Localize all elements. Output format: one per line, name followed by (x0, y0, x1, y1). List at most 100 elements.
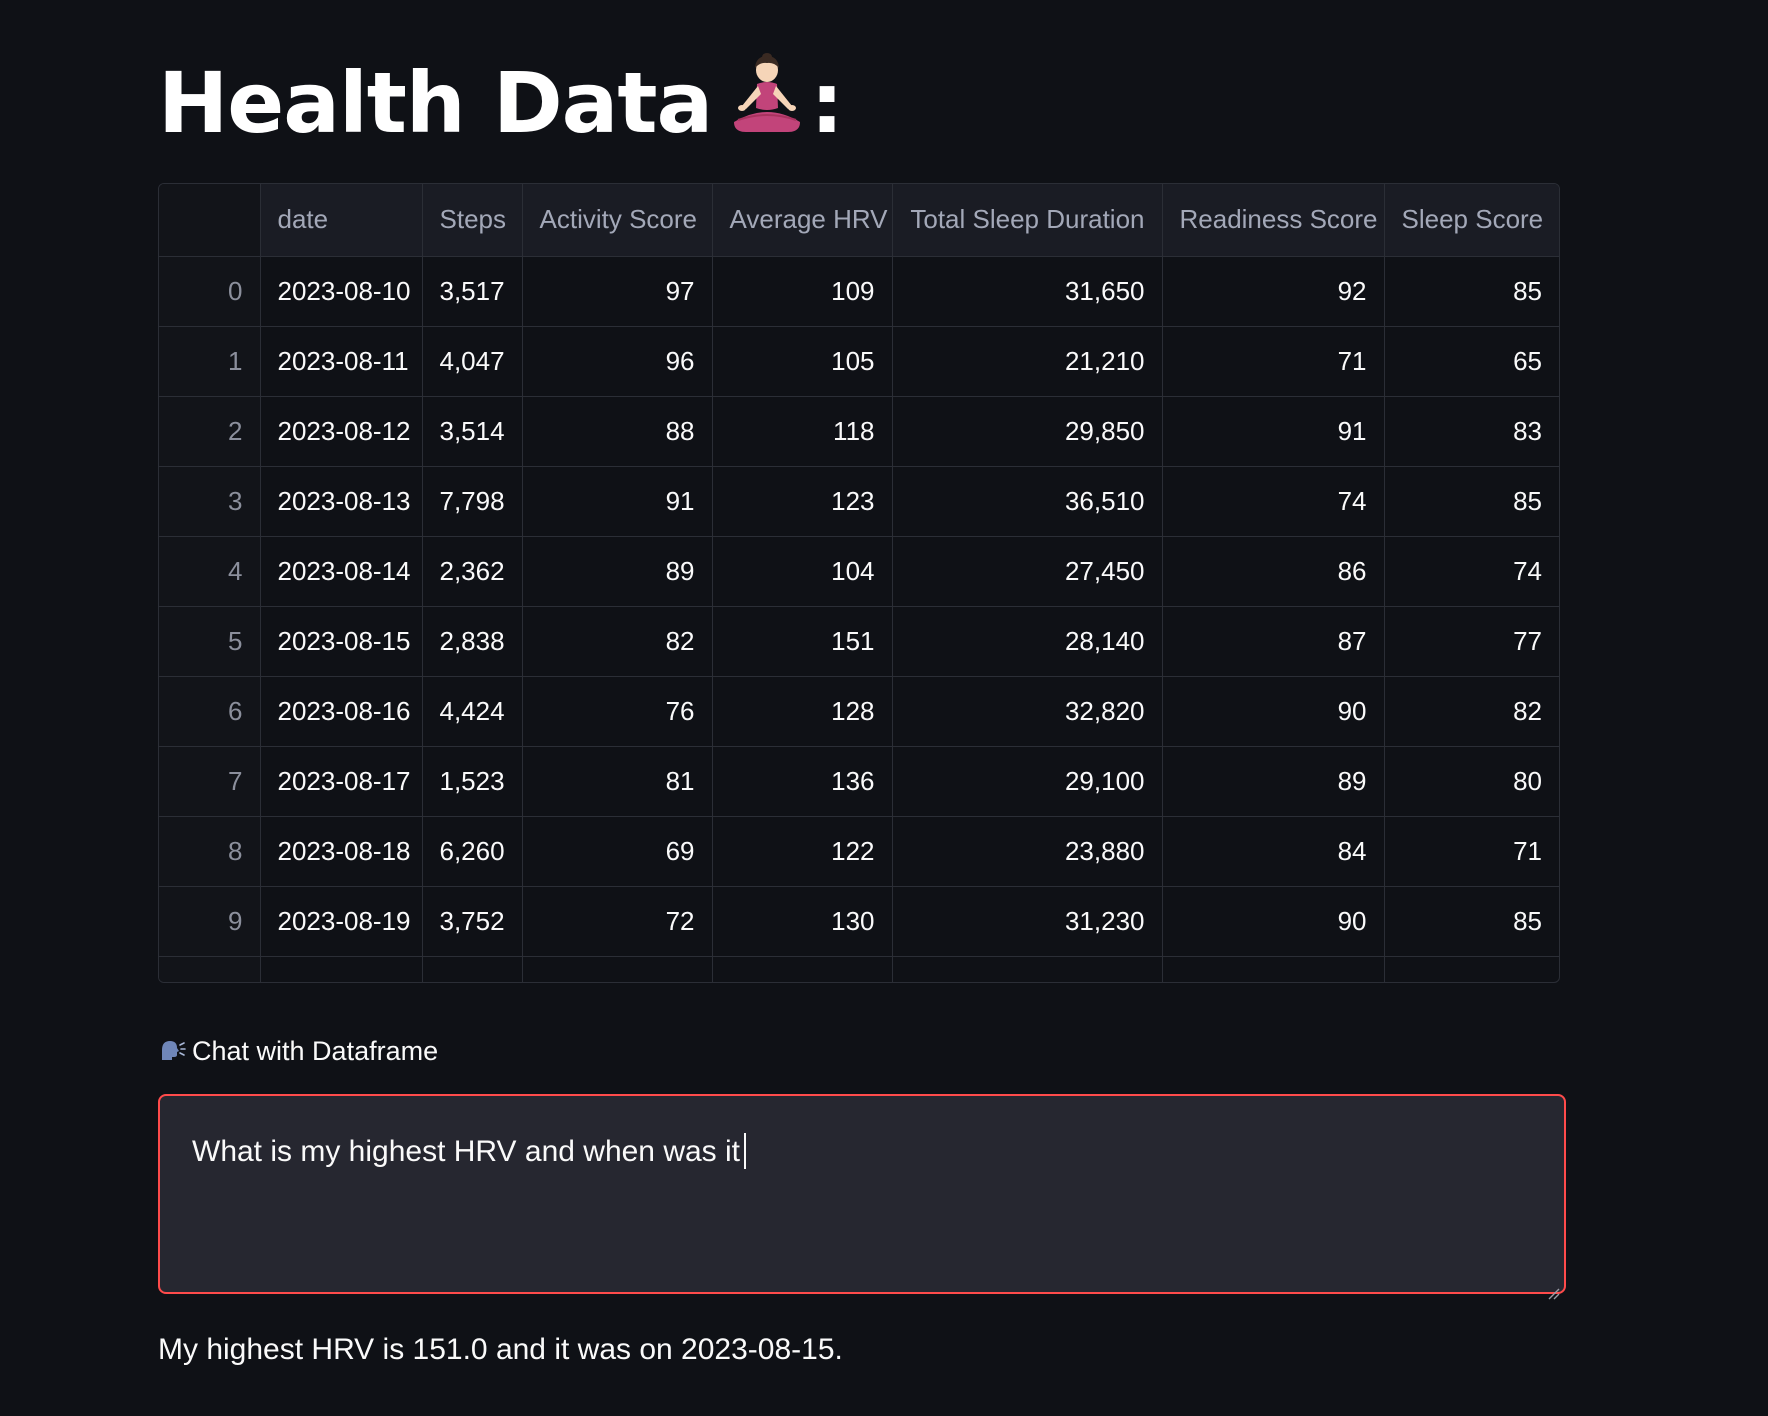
row-index-cell[interactable]: 5 (159, 606, 261, 677)
empty-cell (712, 956, 893, 982)
average-hrv-cell[interactable]: 136 (712, 746, 893, 817)
activity-score-cell[interactable]: 97 (522, 256, 713, 327)
activity-score-cell[interactable]: 96 (522, 326, 713, 397)
steps-cell[interactable]: 4,047 (422, 326, 523, 397)
total-sleep-duration-cell[interactable]: 36,510 (892, 466, 1163, 537)
total-sleep-duration-cell[interactable]: 28,140 (892, 606, 1163, 677)
activity-score-cell[interactable]: 89 (522, 536, 713, 607)
sleep-score-cell[interactable]: 77 (1384, 606, 1559, 677)
column-header-readiness-score[interactable]: Readiness Score (1162, 184, 1385, 257)
sleep-score-cell[interactable]: 85 (1384, 886, 1559, 957)
table-row-partial (159, 956, 1559, 982)
date-cell[interactable]: 2023-08-14 (260, 536, 423, 607)
steps-cell[interactable]: 6,260 (422, 816, 523, 887)
sleep-score-cell[interactable]: 71 (1384, 816, 1559, 887)
row-index-cell[interactable]: 7 (159, 746, 261, 817)
table-row: 7 2023-08-17 1,523 81 136 29,100 89 80 (159, 746, 1559, 817)
activity-score-cell[interactable]: 81 (522, 746, 713, 817)
average-hrv-cell[interactable]: 151 (712, 606, 893, 677)
average-hrv-cell[interactable]: 123 (712, 466, 893, 537)
total-sleep-duration-cell[interactable]: 29,100 (892, 746, 1163, 817)
row-index-cell[interactable]: 8 (159, 816, 261, 887)
readiness-score-cell[interactable]: 91 (1162, 396, 1385, 467)
total-sleep-duration-cell[interactable]: 31,230 (892, 886, 1163, 957)
readiness-score-cell[interactable]: 90 (1162, 676, 1385, 747)
column-header-average-hrv[interactable]: Average HRV (712, 184, 893, 257)
activity-score-cell[interactable]: 88 (522, 396, 713, 467)
date-cell[interactable]: 2023-08-16 (260, 676, 423, 747)
activity-score-cell[interactable]: 91 (522, 466, 713, 537)
column-header-total-sleep-duration[interactable]: Total Sleep Duration (892, 184, 1163, 257)
total-sleep-duration-cell[interactable]: 23,880 (892, 816, 1163, 887)
steps-cell[interactable]: 1,523 (422, 746, 523, 817)
total-sleep-duration-cell[interactable]: 29,850 (892, 396, 1163, 467)
index-header[interactable] (159, 184, 261, 257)
empty-cell (260, 956, 423, 982)
steps-cell[interactable]: 3,514 (422, 396, 523, 467)
table-header-row: date Steps Activity Score Average HRV To… (159, 184, 1559, 257)
steps-cell[interactable]: 3,517 (422, 256, 523, 327)
date-cell[interactable]: 2023-08-18 (260, 816, 423, 887)
activity-score-cell[interactable]: 76 (522, 676, 713, 747)
chat-textarea[interactable]: What is my highest HRV and when was it (158, 1094, 1566, 1300)
readiness-score-cell[interactable]: 74 (1162, 466, 1385, 537)
total-sleep-duration-cell[interactable]: 27,450 (892, 536, 1163, 607)
average-hrv-cell[interactable]: 128 (712, 676, 893, 747)
sleep-score-cell[interactable]: 82 (1384, 676, 1559, 747)
readiness-score-cell[interactable]: 86 (1162, 536, 1385, 607)
total-sleep-duration-cell[interactable]: 21,210 (892, 326, 1163, 397)
readiness-score-cell[interactable]: 84 (1162, 816, 1385, 887)
average-hrv-cell[interactable]: 122 (712, 816, 893, 887)
date-cell[interactable]: 2023-08-17 (260, 746, 423, 817)
sleep-score-cell[interactable]: 80 (1384, 746, 1559, 817)
activity-score-cell[interactable]: 69 (522, 816, 713, 887)
column-header-date[interactable]: date (260, 184, 423, 257)
sleep-score-cell[interactable]: 83 (1384, 396, 1559, 467)
column-header-sleep-score[interactable]: Sleep Score (1384, 184, 1559, 257)
row-index-cell[interactable]: 2 (159, 396, 261, 467)
steps-cell[interactable]: 4,424 (422, 676, 523, 747)
steps-cell[interactable]: 3,752 (422, 886, 523, 957)
resize-handle-icon[interactable] (1546, 1274, 1560, 1300)
date-cell[interactable]: 2023-08-10 (260, 256, 423, 327)
readiness-score-cell[interactable]: 89 (1162, 746, 1385, 817)
readiness-score-cell[interactable]: 71 (1162, 326, 1385, 397)
column-header-activity-score[interactable]: Activity Score (522, 184, 713, 257)
row-index-cell[interactable]: 1 (159, 326, 261, 397)
table-row: 6 2023-08-16 4,424 76 128 32,820 90 82 (159, 676, 1559, 747)
sleep-score-cell[interactable]: 65 (1384, 326, 1559, 397)
sleep-score-cell[interactable]: 85 (1384, 256, 1559, 327)
date-cell[interactable]: 2023-08-11 (260, 326, 423, 397)
activity-score-cell[interactable]: 82 (522, 606, 713, 677)
date-cell[interactable]: 2023-08-19 (260, 886, 423, 957)
readiness-score-cell[interactable]: 90 (1162, 886, 1385, 957)
average-hrv-cell[interactable]: 109 (712, 256, 893, 327)
average-hrv-cell[interactable]: 104 (712, 536, 893, 607)
steps-cell[interactable]: 2,838 (422, 606, 523, 677)
row-index-cell[interactable]: 0 (159, 256, 261, 327)
sleep-score-cell[interactable]: 85 (1384, 466, 1559, 537)
row-index-cell[interactable]: 6 (159, 676, 261, 747)
chat-input-value[interactable]: What is my highest HRV and when was it (192, 1132, 740, 1172)
total-sleep-duration-cell[interactable]: 32,820 (892, 676, 1163, 747)
readiness-score-cell[interactable]: 87 (1162, 606, 1385, 677)
row-index-cell[interactable]: 4 (159, 536, 261, 607)
readiness-score-cell[interactable]: 92 (1162, 256, 1385, 327)
steps-cell[interactable]: 7,798 (422, 466, 523, 537)
date-cell[interactable]: 2023-08-15 (260, 606, 423, 677)
total-sleep-duration-cell[interactable]: 31,650 (892, 256, 1163, 327)
date-cell[interactable]: 2023-08-12 (260, 396, 423, 467)
row-index-cell[interactable]: 3 (159, 466, 261, 537)
row-index-cell[interactable]: 9 (159, 886, 261, 957)
dataframe-table[interactable]: date Steps Activity Score Average HRV To… (158, 183, 1560, 983)
steps-cell[interactable]: 2,362 (422, 536, 523, 607)
column-header-steps[interactable]: Steps (422, 184, 523, 257)
average-hrv-cell[interactable]: 130 (712, 886, 893, 957)
average-hrv-cell[interactable]: 118 (712, 396, 893, 467)
answer-text: My highest HRV is 151.0 and it was on 20… (158, 1333, 843, 1366)
date-cell[interactable]: 2023-08-13 (260, 466, 423, 537)
activity-score-cell[interactable]: 72 (522, 886, 713, 957)
sleep-score-cell[interactable]: 74 (1384, 536, 1559, 607)
average-hrv-cell[interactable]: 105 (712, 326, 893, 397)
table-body: 0 2023-08-10 3,517 97 109 31,650 92 85 1… (159, 256, 1559, 982)
